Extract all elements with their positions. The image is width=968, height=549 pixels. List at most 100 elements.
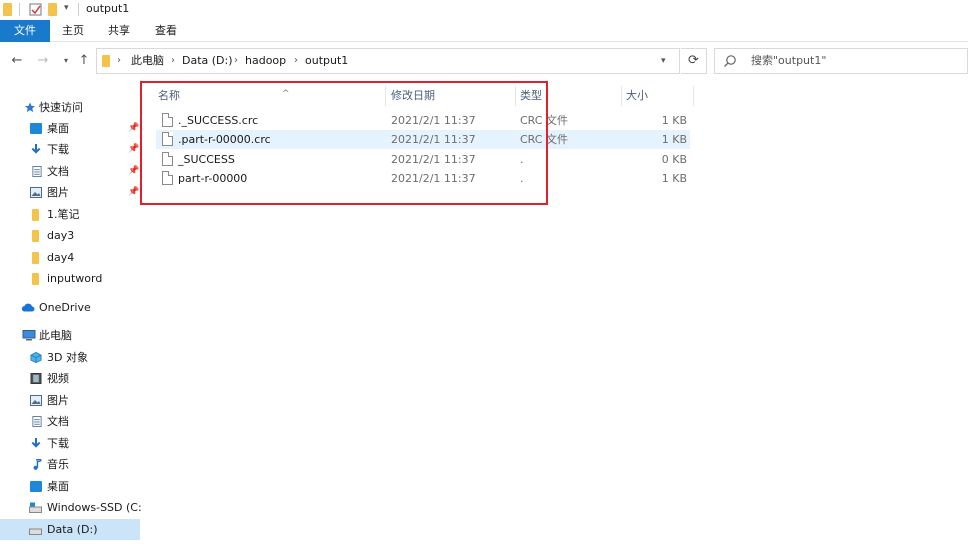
file-type: CRC 文件: [520, 114, 568, 127]
tab-share[interactable]: 共享: [98, 20, 140, 42]
column-header-label: 名称: [158, 89, 180, 102]
chevron-right-icon[interactable]: ›: [117, 49, 121, 73]
sidebar-item-label: OneDrive: [39, 301, 91, 314]
ribbon: 文件 主页 共享 查看: [0, 20, 968, 42]
sidebar-item-downloads[interactable]: 下载 📌: [0, 139, 140, 160]
tab-view[interactable]: 查看: [145, 20, 187, 42]
desktop-icon: [30, 481, 42, 492]
sidebar-item-notes-folder[interactable]: 1.笔记: [0, 204, 140, 225]
file-name: ._SUCCESS.crc: [178, 114, 259, 127]
sidebar-item-label: 桌面: [47, 480, 69, 493]
up-arrow-icon[interactable]: ↑: [76, 53, 92, 69]
column-divider[interactable]: [385, 86, 386, 106]
sidebar-onedrive[interactable]: OneDrive: [0, 297, 140, 318]
sidebar-item-3d-objects[interactable]: 3D 对象: [0, 347, 140, 368]
tab-home[interactable]: 主页: [52, 20, 94, 42]
file-modified: 2021/2/1 11:37: [391, 114, 476, 127]
file-row[interactable]: .part-r-00000.crc 2021/2/1 11:37 CRC 文件 …: [156, 130, 690, 149]
sidebar-item-day3[interactable]: day3: [0, 225, 140, 246]
sidebar-item-label: 下载: [47, 437, 69, 450]
properties-icon[interactable]: [29, 3, 42, 16]
file-type: .: [520, 172, 524, 185]
sidebar-item-data-drive[interactable]: Data (D:): [0, 519, 140, 540]
download-icon: [31, 438, 41, 448]
refresh-button[interactable]: ⟳: [681, 48, 707, 74]
sidebar-item-pictures[interactable]: 图片 📌: [0, 182, 140, 203]
sidebar-item-label: inputword: [47, 272, 103, 285]
column-divider[interactable]: [693, 86, 694, 106]
sidebar-item-label: 视频: [47, 372, 69, 385]
sidebar-item-pictures-pc[interactable]: 图片: [0, 390, 140, 411]
file-list: 名称 ^ 修改日期 类型 大小 ._SUCCESS.crc 2021/2/1 1…: [141, 80, 968, 549]
drive-icon: [29, 502, 42, 513]
navigation-pane: 快速访问 桌面 📌 下载 📌 文档 📌 图片 📌 1.笔记 day3 day4 …: [0, 90, 141, 549]
breadcrumb-data-drive[interactable]: Data (D:): [182, 49, 233, 73]
breadcrumb-output1[interactable]: output1: [305, 49, 348, 73]
sidebar-item-desktop[interactable]: 桌面 📌: [0, 118, 140, 139]
column-divider[interactable]: [621, 86, 622, 106]
tab-file[interactable]: 文件: [0, 20, 50, 42]
sidebar-item-videos[interactable]: 视频: [0, 368, 140, 389]
breadcrumb-this-pc[interactable]: 此电脑: [131, 49, 164, 73]
sidebar-item-label: 1.笔记: [47, 208, 80, 221]
quick-access-dropdown-icon[interactable]: ▾: [64, 3, 69, 13]
column-header-type[interactable]: 类型: [520, 86, 542, 106]
sidebar-item-label: 桌面: [47, 122, 69, 135]
window-title: output1: [86, 2, 130, 15]
sidebar-item-inputword[interactable]: inputword: [0, 268, 140, 289]
breadcrumb-hadoop[interactable]: hadoop: [245, 49, 286, 73]
file-row[interactable]: part-r-00000 2021/2/1 11:37 . 1 KB: [156, 169, 690, 188]
file-size: 1 KB: [661, 172, 687, 185]
sidebar-quick-access[interactable]: 快速访问: [0, 97, 140, 118]
column-divider[interactable]: [515, 86, 516, 106]
sidebar-item-label: Windows-SSD (C:): [47, 501, 141, 514]
search-input[interactable]: 搜索"output1": [751, 49, 826, 73]
file-icon: [162, 132, 173, 146]
sidebar-item-windows-ssd[interactable]: Windows-SSD (C:): [0, 497, 141, 518]
chevron-down-icon[interactable]: ▾: [661, 49, 666, 73]
sidebar-this-pc[interactable]: 此电脑: [0, 325, 140, 346]
search-box[interactable]: 搜索"output1": [714, 48, 968, 74]
computer-icon: [22, 330, 36, 341]
sidebar-item-desktop-pc[interactable]: 桌面: [0, 476, 140, 497]
drive-icon: [29, 528, 42, 535]
file-type: .: [520, 153, 524, 166]
address-bar[interactable]: › 此电脑 › Data (D:) › hadoop › output1 ▾: [96, 48, 680, 74]
cloud-icon: [21, 303, 35, 312]
search-icon: [724, 55, 736, 67]
column-header-modified[interactable]: 修改日期: [391, 86, 435, 106]
chevron-right-icon[interactable]: ›: [294, 49, 298, 73]
file-size: 1 KB: [661, 114, 687, 127]
column-header-size[interactable]: 大小: [626, 86, 648, 106]
desktop-icon: [30, 123, 42, 134]
pin-icon: 📌: [128, 144, 140, 154]
sidebar-item-downloads-pc[interactable]: 下载: [0, 433, 140, 454]
column-header-name[interactable]: 名称 ^: [158, 86, 290, 106]
file-name: _SUCCESS: [178, 153, 235, 166]
videos-icon: [30, 373, 42, 384]
divider: [78, 3, 79, 16]
sidebar-item-label: 下载: [47, 143, 69, 156]
forward-arrow-icon[interactable]: →: [35, 53, 51, 69]
file-row[interactable]: _SUCCESS 2021/2/1 11:37 . 0 KB: [156, 150, 690, 169]
folder-icon: [32, 209, 39, 221]
music-icon: [33, 459, 42, 470]
recent-locations-icon[interactable]: ▾: [58, 53, 74, 69]
sidebar-item-label: 此电脑: [39, 329, 72, 342]
sidebar-item-documents[interactable]: 文档 📌: [0, 161, 140, 182]
file-icon: [162, 113, 173, 127]
pin-icon: 📌: [128, 187, 140, 197]
sidebar-item-day4[interactable]: day4: [0, 247, 140, 268]
file-row[interactable]: ._SUCCESS.crc 2021/2/1 11:37 CRC 文件 1 KB: [156, 111, 690, 130]
new-folder-icon[interactable]: [48, 3, 57, 16]
back-arrow-icon[interactable]: ←: [9, 53, 25, 69]
chevron-right-icon[interactable]: ›: [171, 49, 175, 73]
file-icon: [162, 152, 173, 166]
sidebar-item-label: 音乐: [47, 458, 69, 471]
sidebar-item-music[interactable]: 音乐: [0, 454, 140, 475]
chevron-right-icon[interactable]: ›: [234, 49, 238, 73]
file-modified: 2021/2/1 11:37: [391, 153, 476, 166]
sidebar-item-documents-pc[interactable]: 文档: [0, 411, 140, 432]
pictures-icon: [30, 395, 42, 406]
sidebar-item-label: 文档: [47, 415, 69, 428]
